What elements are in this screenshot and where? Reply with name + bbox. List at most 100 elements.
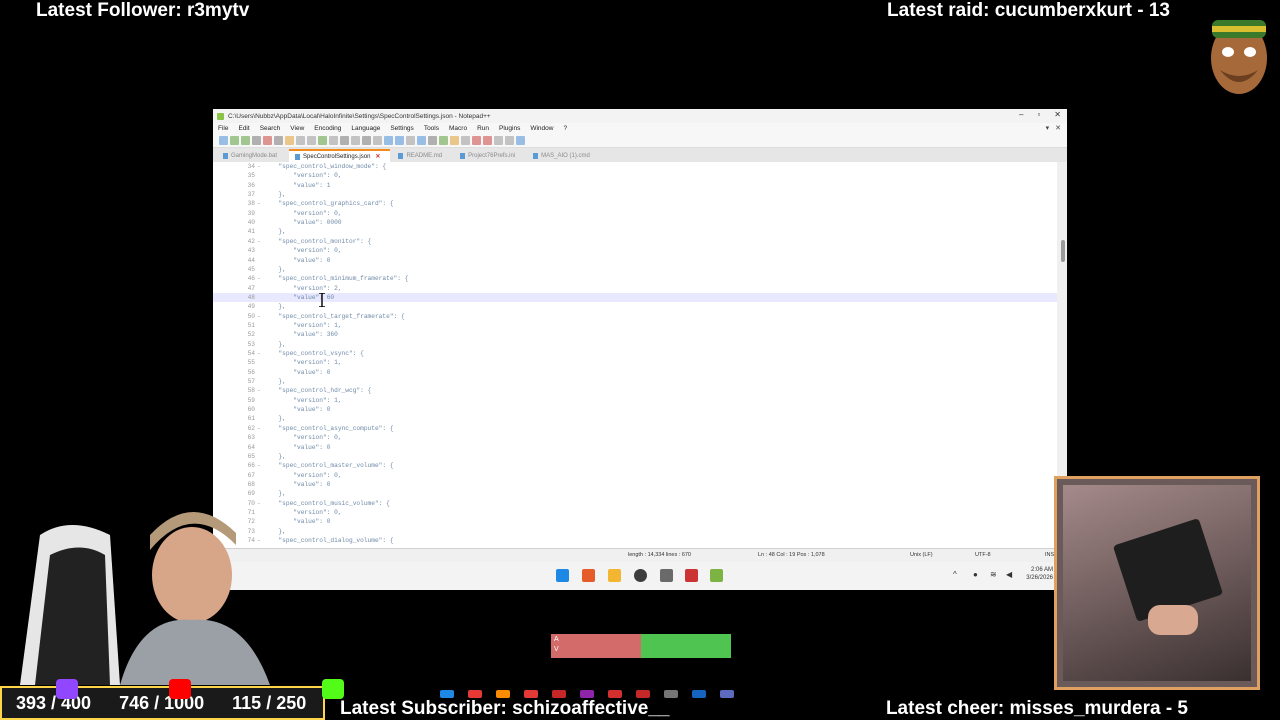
code-line[interactable]: 61 }, <box>213 414 1057 423</box>
toolbar-button-icon[interactable] <box>406 136 415 145</box>
code-line[interactable]: 34- "spec_control_window_mode": { <box>213 162 1057 171</box>
toolbar-button-icon[interactable] <box>461 136 470 145</box>
menu-search[interactable]: Search <box>260 125 281 132</box>
menu-view[interactable]: View <box>290 125 304 132</box>
microphone-icon[interactable]: ● <box>973 570 978 579</box>
windows-start-icon[interactable] <box>556 569 569 582</box>
wifi-icon[interactable]: ≋ <box>990 570 997 579</box>
code-line[interactable]: 64 "value": 0 <box>213 443 1057 452</box>
tab-file[interactable]: Project76Prefs.ini <box>454 150 525 162</box>
code-line[interactable]: 49 }, <box>213 302 1057 311</box>
code-line[interactable]: 62- "spec_control_async_compute": { <box>213 424 1057 433</box>
maximize-icon[interactable]: ▫ <box>1037 110 1040 119</box>
tray-chevron-icon[interactable]: ^ <box>953 570 957 579</box>
code-line[interactable]: 56 "value": 0 <box>213 368 1057 377</box>
fold-marker-icon[interactable]: - <box>257 461 261 470</box>
toolbar-button-icon[interactable] <box>395 136 404 145</box>
toolbar-button-icon[interactable] <box>340 136 349 145</box>
notepadpp-icon[interactable] <box>710 569 723 582</box>
chrome-icon[interactable] <box>634 569 647 582</box>
code-line[interactable]: 41 }, <box>213 227 1057 236</box>
close-icon[interactable]: ✕ <box>1054 110 1061 119</box>
code-line[interactable]: 37 }, <box>213 190 1057 199</box>
menu-edit[interactable]: Edit <box>238 125 249 132</box>
taskbar-clock[interactable]: 2:06 AM 3/26/2026 <box>1026 566 1053 582</box>
dropdown-arrow-icon[interactable]: ▾ <box>1046 124 1050 132</box>
toolbar-button-icon[interactable] <box>417 136 426 145</box>
brave-browser-icon[interactable] <box>582 569 595 582</box>
fold-marker-icon[interactable]: - <box>257 424 261 433</box>
code-line[interactable]: 47 "version": 2, <box>213 284 1057 293</box>
menu-encoding[interactable]: Encoding <box>314 125 341 132</box>
toolbar-button-icon[interactable] <box>373 136 382 145</box>
fold-marker-icon[interactable]: - <box>257 237 261 246</box>
toolbar-button-icon[interactable] <box>472 136 481 145</box>
code-line[interactable]: 55 "version": 1, <box>213 358 1057 367</box>
tab-file[interactable]: README.md <box>392 150 452 162</box>
toolbar-button-icon[interactable] <box>450 136 459 145</box>
menu-run[interactable]: Run <box>477 125 489 132</box>
close-doc-icon[interactable]: ✕ <box>1055 124 1061 132</box>
file-explorer-icon[interactable] <box>608 569 621 582</box>
code-line[interactable]: 39 "version": 0, <box>213 209 1057 218</box>
code-line[interactable]: 51 "version": 1, <box>213 321 1057 330</box>
toolbar-button-icon[interactable] <box>241 136 250 145</box>
code-line[interactable]: 52 "value": 360 <box>213 330 1057 339</box>
code-line[interactable]: 65 }, <box>213 452 1057 461</box>
menu-plugins[interactable]: Plugins <box>499 125 520 132</box>
menu-help[interactable]: ? <box>563 125 567 132</box>
menu-window[interactable]: Window <box>530 125 553 132</box>
toolbar-button-icon[interactable] <box>285 136 294 145</box>
fold-marker-icon[interactable]: - <box>257 274 261 283</box>
toolbar-button-icon[interactable] <box>505 136 514 145</box>
code-line[interactable]: 58- "spec_control_hdr_wcg": { <box>213 386 1057 395</box>
fold-marker-icon[interactable]: - <box>257 386 261 395</box>
code-line[interactable]: 48 "value": 60 <box>213 292 1057 302</box>
code-line[interactable]: 50- "spec_control_target_framerate": { <box>213 312 1057 321</box>
code-line[interactable]: 68 "value": 0 <box>213 480 1057 489</box>
toolbar-button-icon[interactable] <box>351 136 360 145</box>
toolbar-button-icon[interactable] <box>252 136 261 145</box>
toolbar-button-icon[interactable] <box>296 136 305 145</box>
fold-marker-icon[interactable]: - <box>257 312 261 321</box>
menu-settings[interactable]: Settings <box>390 125 414 132</box>
window-titlebar[interactable]: C:\Users\Nubbz\AppData\Local\HaloInfinit… <box>213 109 1067 123</box>
settings-icon[interactable] <box>660 569 673 582</box>
code-line[interactable]: 43 "version": 0, <box>213 246 1057 255</box>
fold-marker-icon[interactable]: - <box>257 199 261 208</box>
code-line[interactable]: 60 "value": 0 <box>213 405 1057 414</box>
code-line[interactable]: 66- "spec_control_master_volume": { <box>213 461 1057 470</box>
toolbar-button-icon[interactable] <box>516 136 525 145</box>
fold-marker-icon[interactable]: - <box>257 349 261 358</box>
toolbar-button-icon[interactable] <box>362 136 371 145</box>
code-line[interactable]: 42- "spec_control_monitor": { <box>213 237 1057 246</box>
voicemod-icon[interactable] <box>685 569 698 582</box>
code-line[interactable]: 63 "version": 0, <box>213 433 1057 442</box>
minimize-icon[interactable]: – <box>1019 110 1023 119</box>
menu-file[interactable]: File <box>218 125 228 132</box>
code-line[interactable]: 67 "version": 0, <box>213 471 1057 480</box>
speaker-icon[interactable]: ◀ <box>1006 570 1012 579</box>
tab-file[interactable]: MAS_AIO (1).cmd <box>527 150 600 162</box>
tab-file[interactable]: SpecControlSettings.json ✕ <box>289 149 391 162</box>
tab-close-icon[interactable]: ✕ <box>375 153 380 160</box>
toolbar-button-icon[interactable] <box>494 136 503 145</box>
code-line[interactable]: 54- "spec_control_vsync": { <box>213 349 1057 358</box>
toolbar-button-icon[interactable] <box>263 136 272 145</box>
toolbar-button-icon[interactable] <box>329 136 338 145</box>
toolbar-button-icon[interactable] <box>230 136 239 145</box>
fold-marker-icon[interactable]: - <box>257 162 261 171</box>
code-line[interactable]: 44 "value": 0 <box>213 256 1057 265</box>
toolbar-button-icon[interactable] <box>439 136 448 145</box>
scrollbar-thumb[interactable] <box>1061 240 1065 262</box>
menu-tools[interactable]: Tools <box>424 125 439 132</box>
toolbar-button-icon[interactable] <box>307 136 316 145</box>
tab-file[interactable]: GamingMode.bat <box>217 150 287 162</box>
menu-macro[interactable]: Macro <box>449 125 467 132</box>
toolbar-button-icon[interactable] <box>384 136 393 145</box>
code-line[interactable]: 38- "spec_control_graphics_card": { <box>213 199 1057 208</box>
code-line[interactable]: 35 "version": 0, <box>213 171 1057 180</box>
toolbar-button-icon[interactable] <box>274 136 283 145</box>
code-editor[interactable]: 34- "spec_control_window_mode": {35 "ver… <box>213 162 1057 549</box>
code-line[interactable]: 57 }, <box>213 377 1057 386</box>
